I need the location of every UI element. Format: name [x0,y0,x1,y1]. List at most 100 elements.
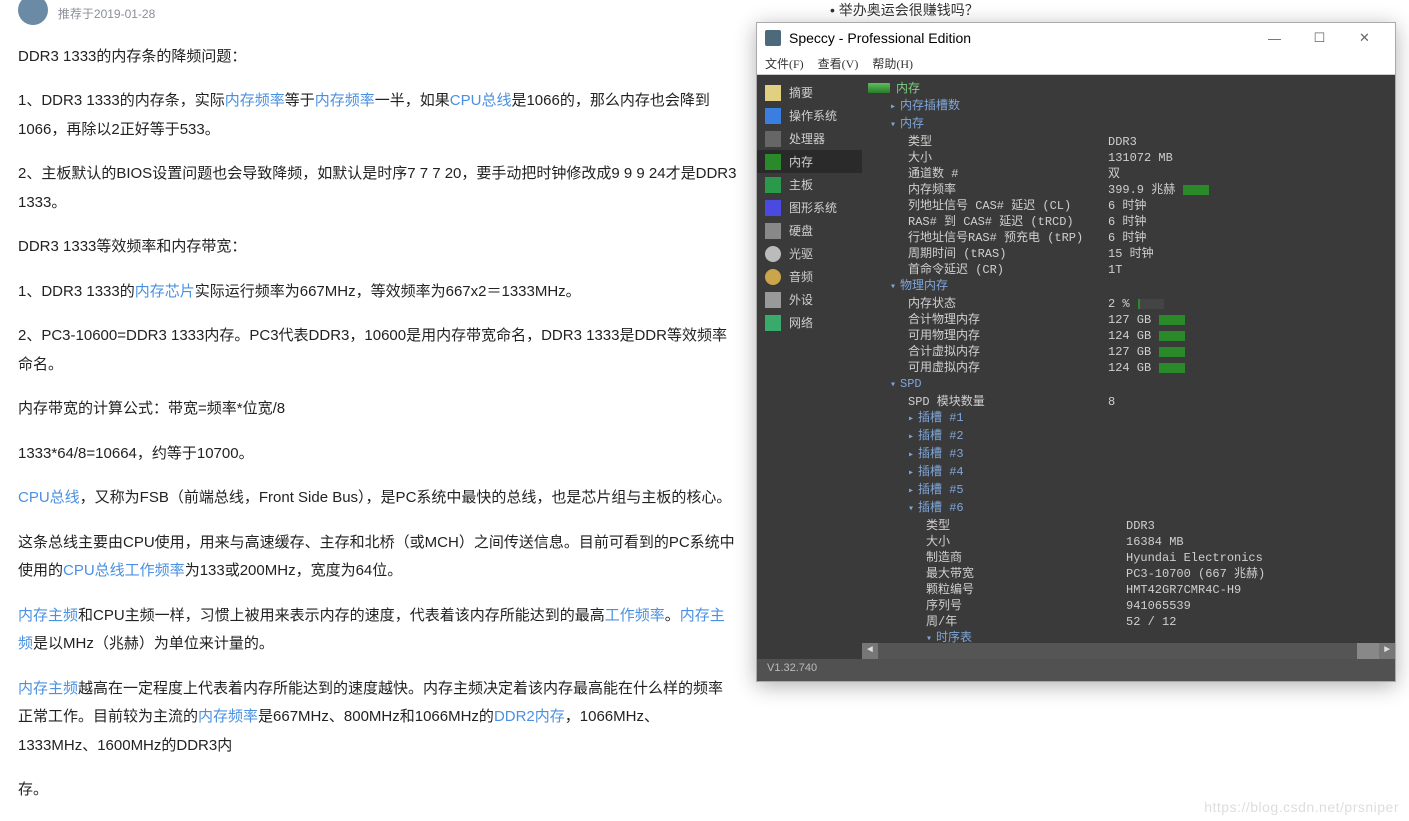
para: DDR3 1333的内存条的降频问题： [18,43,738,72]
tree-node[interactable]: 插槽 #2 [908,428,1389,446]
sidebar-icon [765,177,781,193]
para: 2、PC3-10600=DDR3 1333内存。PC3代表DDR3，10600是… [18,322,738,379]
tree-row: 行地址信号RAS# 预充电 (tRP)6 时钟 [908,230,1389,246]
tree-row: 周/年52 / 12 [926,614,1389,630]
link-workfreq[interactable]: 工作频率 [605,607,665,624]
sidebar-item-6[interactable]: 硬盘 [757,219,862,242]
link-memfreq[interactable]: 内存频率 [198,708,258,725]
tree-node[interactable]: 插槽 #6 [908,500,1389,518]
tree-row: 序列号941065539 [926,598,1389,614]
sidebar: 摘要操作系统处理器内存主板图形系统硬盘光驱音频外设网络 [757,75,862,659]
para: 1、DDR3 1333的内存芯片实际运行频率为667MHz，等效频率为667x2… [18,278,738,307]
menu-view[interactable]: 查看(V) [818,55,859,72]
sidebar-icon [765,85,781,101]
sidebar-item-5[interactable]: 图形系统 [757,196,862,219]
tree-row: 可用虚拟内存124 GB [908,360,1389,376]
close-button[interactable]: ✕ [1342,23,1387,53]
sidebar-icon [765,131,781,147]
sidebar-item-10[interactable]: 网络 [757,311,862,334]
sidebar-item-8[interactable]: 音频 [757,265,862,288]
recommend-date: 推荐于2019-01-28 [58,3,155,26]
tree-node[interactable]: 插槽 #3 [908,446,1389,464]
tree-node[interactable]: 物理内存 [890,278,1389,296]
tree-row: 类型DDR3 [908,134,1389,150]
ram-icon [868,83,890,93]
tree-row: 合计物理内存127 GB [908,312,1389,328]
tree-node[interactable]: 内存插槽数 [890,98,1389,116]
forum-answer: 推荐于2019-01-28 DDR3 1333的内存条的降频问题： 1、DDR3… [18,0,738,821]
para: 内存主频和CPU主频一样，习惯上被用来表示内存的速度，代表着该内存所能达到的最高… [18,602,738,659]
tree-node[interactable]: 插槽 #1 [908,410,1389,428]
tree-row: 通道数 #双 [908,166,1389,182]
sidebar-icon [765,246,781,262]
tree-row: 类型DDR3 [926,518,1389,534]
tree-row: 首命令延迟 (CR)1T [908,262,1389,278]
para: CPU总线，又称为FSB（前端总线，Front Side Bus），是PC系统中… [18,484,738,513]
link-ddr2[interactable]: DDR2内存 [494,708,565,725]
user-avatar[interactable] [18,0,48,25]
tree-node[interactable]: 插槽 #4 [908,464,1389,482]
watermark: https://blog.csdn.net/prsniper [1204,799,1399,815]
link-memclock[interactable]: 内存主频 [18,607,78,624]
tree-node[interactable]: SPD [890,376,1389,394]
sidebar-item-0[interactable]: 摘要 [757,81,862,104]
titlebar[interactable]: Speccy - Professional Edition — ☐ ✕ [757,23,1395,53]
tree-row: SPD 模块数量8 [908,394,1389,410]
para: 内存带宽的计算公式：带宽=频率*位宽/8 [18,395,738,424]
para: 2、主板默认的BIOS设置问题也会导致降频，如默认是时序7 7 7 20，要手动… [18,160,738,217]
tree-row: 大小131072 MB [908,150,1389,166]
maximize-button[interactable]: ☐ [1297,23,1342,53]
tree-row: 颗粒编号HMT42GR7CMR4C-H9 [926,582,1389,598]
scroll-right[interactable]: ► [1379,643,1395,659]
sidebar-item-2[interactable]: 处理器 [757,127,862,150]
sidebar-icon [765,154,781,170]
para: 存。 [18,776,738,805]
tree-row: 合计虚拟内存127 GB [908,344,1389,360]
link-cpubus[interactable]: CPU总线 [18,489,80,506]
link-busfreq[interactable]: CPU总线工作频率 [63,562,185,579]
tree-node[interactable]: 内存 [890,116,1389,134]
app-icon [765,30,781,46]
sidebar-item-7[interactable]: 光驱 [757,242,862,265]
sidebar-item-1[interactable]: 操作系统 [757,104,862,127]
tree-row: 周期时间 (tRAS)15 时钟 [908,246,1389,262]
section-header: 内存 [868,79,1389,96]
para: 1、DDR3 1333的内存条，实际内存频率等于内存频率一半，如果CPU总线是1… [18,87,738,144]
tree-row: 大小16384 MB [926,534,1389,550]
tree-row: 最大带宽PC3-10700 (667 兆赫) [926,566,1389,582]
tree-node[interactable]: 插槽 #5 [908,482,1389,500]
sidebar-icon [765,315,781,331]
link-memclock[interactable]: 内存主频 [18,680,78,697]
link-cpubus[interactable]: CPU总线 [450,92,512,109]
link-memchip[interactable]: 内存芯片 [135,283,195,300]
tree-row: 列地址信号 CAS# 延迟 (CL)6 时钟 [908,198,1389,214]
menu-file[interactable]: 文件(F) [765,55,804,72]
statusbar: V1.32.740 [757,659,1395,681]
para: 这条总线主要由CPU使用，用来与高速缓存、主存和北桥（或MCH）之间传送信息。目… [18,529,738,586]
h-scrollbar[interactable]: ◄ ► [862,643,1395,659]
link-memfreq[interactable]: 内存频率 [225,92,285,109]
sidebar-icon [765,223,781,239]
sidebar-item-3[interactable]: 内存 [757,150,862,173]
para: 内存主频越高在一定程度上代表着内存所能达到的速度越快。内存主频决定着该内存最高能… [18,675,738,761]
tree-row: 可用物理内存124 GB [908,328,1389,344]
menu-help[interactable]: 帮助(H) [872,55,913,72]
minimize-button[interactable]: — [1252,23,1297,53]
tree-row: 内存状态2 % [908,296,1389,312]
sidebar-icon [765,108,781,124]
speccy-window: Speccy - Professional Edition — ☐ ✕ 文件(F… [756,22,1396,682]
sidebar-item-9[interactable]: 外设 [757,288,862,311]
link-memfreq[interactable]: 内存频率 [315,92,375,109]
scroll-thumb[interactable] [1357,643,1379,659]
menubar: 文件(F) 查看(V) 帮助(H) [757,53,1395,75]
sidebar-icon [765,269,781,285]
para: 1333*64/8=10664，约等于10700。 [18,440,738,469]
related-list: • 举办奥运会很赚钱吗？ [830,0,979,20]
sidebar-item-4[interactable]: 主板 [757,173,862,196]
detail-pane: 内存 内存插槽数内存类型DDR3大小131072 MB通道数 #双内存频率399… [862,75,1395,659]
related-item[interactable]: • 举办奥运会很赚钱吗？ [830,0,979,20]
window-title: Speccy - Professional Edition [789,30,971,46]
scroll-left[interactable]: ◄ [862,643,878,659]
tree-row: RAS# 到 CAS# 延迟 (tRCD)6 时钟 [908,214,1389,230]
sidebar-icon [765,292,781,308]
